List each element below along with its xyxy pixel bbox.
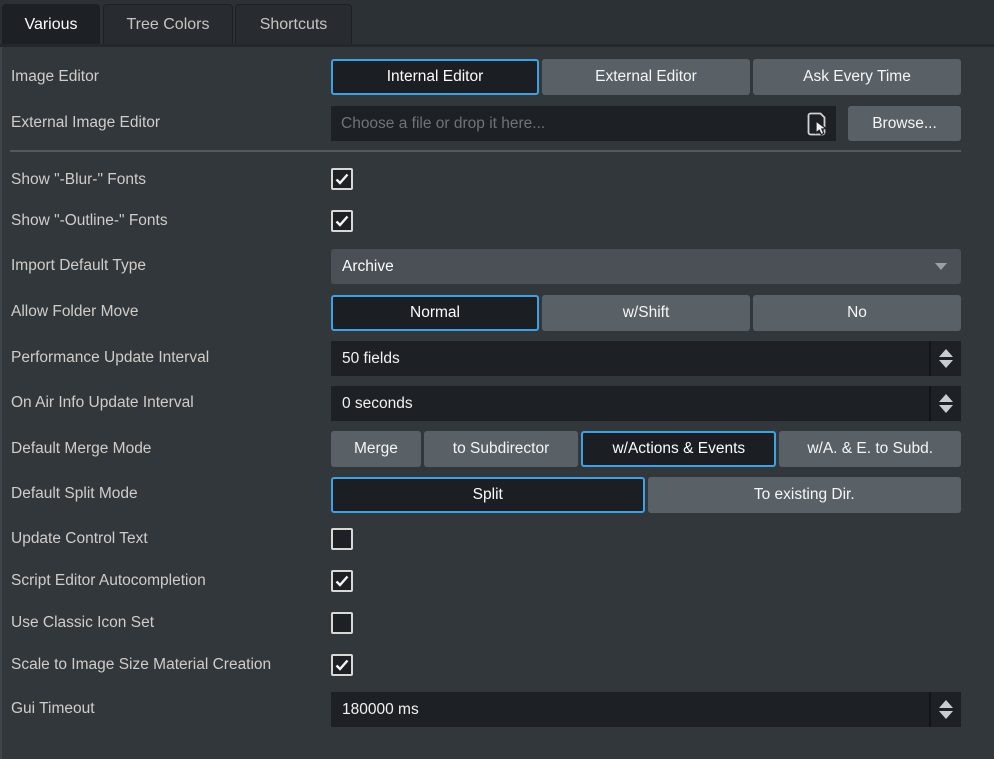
default-split-mode-segmented: Split To existing Dir. <box>331 477 961 513</box>
image-editor-label: Image Editor <box>11 66 99 88</box>
spinbox-value: 50 fields <box>331 341 929 376</box>
spin-up-arrow-icon[interactable] <box>939 700 953 708</box>
gui-timeout-label: Gui Timeout <box>11 698 95 720</box>
use-classic-icon-set-checkbox[interactable] <box>331 612 353 634</box>
checkmark-icon <box>335 659 349 671</box>
scale-to-image-size-label: Scale to Image Size Material Creation <box>11 654 271 676</box>
script-editor-autocompletion-checkbox[interactable] <box>331 570 353 592</box>
file-pick-icon <box>804 110 830 138</box>
file-path-input[interactable] <box>331 106 804 141</box>
button-label: w/Shift <box>623 304 670 322</box>
button-label: Normal <box>410 304 460 322</box>
tab-various[interactable]: Various <box>2 4 100 44</box>
button-label: to Subdirector <box>453 440 550 458</box>
tab-shortcuts[interactable]: Shortcuts <box>235 4 352 44</box>
internal-editor-button[interactable]: Internal Editor <box>331 59 539 95</box>
tab-label: Tree Colors <box>127 16 210 34</box>
ask-every-time-button[interactable]: Ask Every Time <box>753 59 961 95</box>
tab-bar-divider <box>0 44 994 47</box>
button-label: w/A. & E. to Subd. <box>807 440 933 458</box>
spin-up-arrow-icon[interactable] <box>939 349 953 357</box>
spin-up-arrow-icon[interactable] <box>939 394 953 402</box>
tab-tree-colors[interactable]: Tree Colors <box>103 4 233 44</box>
on-air-info-update-interval-label: On Air Info Update Interval <box>11 392 194 414</box>
import-default-type-label: Import Default Type <box>11 255 146 277</box>
tab-label: Shortcuts <box>260 16 328 34</box>
spin-down-arrow-icon[interactable] <box>939 360 953 368</box>
button-label: Split <box>473 486 503 504</box>
external-image-editor-label: External Image Editor <box>11 112 160 134</box>
dropdown-value: Archive <box>342 258 394 276</box>
spin-down-arrow-icon[interactable] <box>939 711 953 719</box>
show-blur-fonts-label: Show "-Blur-" Fonts <box>11 169 146 191</box>
merge-to-subdirector-button[interactable]: to Subdirector <box>424 431 578 467</box>
performance-update-interval-label: Performance Update Interval <box>11 347 209 369</box>
button-label: No <box>847 304 867 322</box>
section-separator <box>10 150 961 152</box>
external-editor-button[interactable]: External Editor <box>542 59 750 95</box>
spinbox-arrows <box>929 341 961 376</box>
tab-label: Various <box>24 16 77 34</box>
spinbox-arrows <box>929 692 961 727</box>
chevron-down-icon <box>935 263 947 270</box>
merge-ae-to-subd-button[interactable]: w/A. & E. to Subd. <box>779 431 961 467</box>
button-label: w/Actions & Events <box>612 440 745 458</box>
update-control-text-checkbox[interactable] <box>331 528 353 550</box>
spinbox-value: 0 seconds <box>331 386 929 421</box>
folder-move-no-button[interactable]: No <box>753 295 961 331</box>
on-air-info-update-interval-spinbox[interactable]: 0 seconds <box>331 386 961 421</box>
show-outline-fonts-label: Show "-Outline-" Fonts <box>11 210 168 232</box>
performance-update-interval-spinbox[interactable]: 50 fields <box>331 341 961 376</box>
button-label: External Editor <box>595 68 697 86</box>
gui-timeout-spinbox[interactable]: 180000 ms <box>331 692 961 727</box>
button-label: To existing Dir. <box>754 486 855 504</box>
button-label: Ask Every Time <box>803 68 911 86</box>
tab-bar: Various Tree Colors Shortcuts <box>0 0 994 44</box>
merge-button[interactable]: Merge <box>331 431 421 467</box>
browse-button[interactable]: Browse... <box>848 106 961 141</box>
default-split-mode-label: Default Split Mode <box>11 483 138 505</box>
panel-left-edge <box>0 47 2 759</box>
merge-with-actions-events-button[interactable]: w/Actions & Events <box>581 431 776 467</box>
show-outline-fonts-checkbox[interactable] <box>331 210 353 232</box>
update-control-text-label: Update Control Text <box>11 528 148 550</box>
folder-move-shift-button[interactable]: w/Shift <box>542 295 750 331</box>
external-image-editor-filefield <box>331 106 836 141</box>
script-editor-autocompletion-label: Script Editor Autocompletion <box>11 570 206 592</box>
spinbox-arrows <box>929 386 961 421</box>
folder-move-normal-button[interactable]: Normal <box>331 295 539 331</box>
show-blur-fonts-checkbox[interactable] <box>331 168 353 190</box>
checkmark-icon <box>335 173 349 185</box>
button-label: Internal Editor <box>387 68 484 86</box>
checkmark-icon <box>335 215 349 227</box>
button-label: Browse... <box>872 115 937 133</box>
scale-to-image-size-checkbox[interactable] <box>331 654 353 676</box>
settings-panel: Various Tree Colors Shortcuts Image Edit… <box>0 0 994 759</box>
allow-folder-move-segmented: Normal w/Shift No <box>331 295 961 331</box>
use-classic-icon-set-label: Use Classic Icon Set <box>11 612 154 634</box>
spinbox-value: 180000 ms <box>331 692 929 727</box>
checkmark-icon <box>335 575 349 587</box>
spin-down-arrow-icon[interactable] <box>939 405 953 413</box>
button-label: Merge <box>354 440 398 458</box>
allow-folder-move-label: Allow Folder Move <box>11 301 139 323</box>
split-button[interactable]: Split <box>331 477 645 513</box>
image-editor-segmented: Internal Editor External Editor Ask Ever… <box>331 59 961 95</box>
import-default-type-dropdown[interactable]: Archive <box>331 249 961 284</box>
default-merge-mode-segmented: Merge to Subdirector w/Actions & Events … <box>331 431 961 467</box>
split-to-existing-dir-button[interactable]: To existing Dir. <box>648 477 962 513</box>
default-merge-mode-label: Default Merge Mode <box>11 438 151 460</box>
